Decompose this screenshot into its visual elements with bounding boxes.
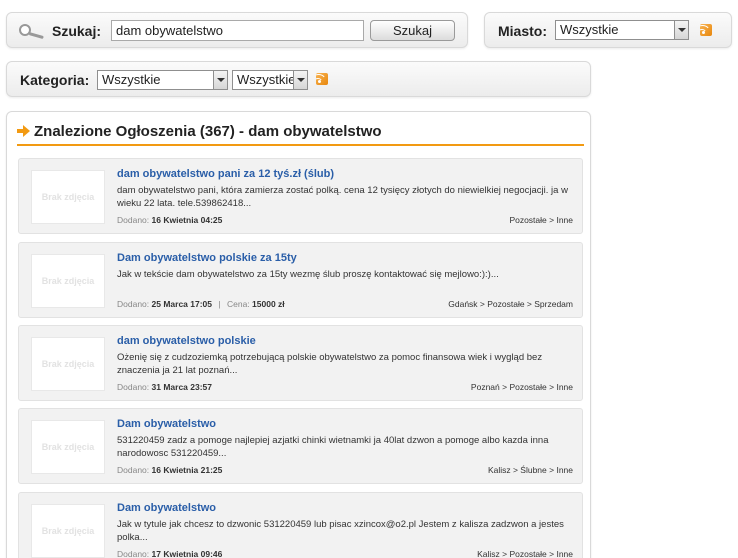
rss-icon[interactable] — [316, 73, 328, 85]
divider — [17, 144, 584, 146]
city-panel: Miasto: Wszystkie — [484, 12, 732, 48]
listing-description: 531220459 zadz a pomoge najlepiej azjatk… — [117, 435, 549, 459]
listing-category[interactable]: Kalisz > Ślubne > Inne — [488, 465, 573, 475]
listing-thumbnail[interactable]: Brak zdjęcia — [31, 254, 105, 308]
listing-item: Brak zdjęcia Dam obywatelstwo 531220459 … — [18, 408, 583, 484]
date-label: Dodano: — [117, 215, 150, 225]
listing-title-link[interactable]: dam obywatelstwo polskie — [117, 335, 256, 347]
results-panel: Znalezione Ogłoszenia (367) - dam obywat… — [6, 111, 591, 558]
city-label: Miasto: — [498, 23, 547, 39]
listing-description: dam obywatelstwo pani, która zamierza zo… — [117, 185, 568, 209]
listing-meta: Dodano: 17 Kwietnia 09:46 — [117, 549, 222, 558]
chevron-down-icon — [674, 21, 688, 39]
listing-meta: Dodano: 16 Kwietnia 04:25 — [117, 215, 222, 225]
listing-date: 17 Kwietnia 09:46 — [151, 549, 223, 558]
listing-item: Brak zdjęcia Dam obywatelstwo polskie za… — [18, 242, 583, 318]
rss-icon[interactable] — [700, 24, 712, 36]
subcategory-select[interactable]: Wszystkie — [232, 70, 308, 90]
date-label: Dodano: — [117, 465, 150, 475]
city-select[interactable]: Wszystkie — [555, 20, 689, 40]
subcategory-select-value: Wszystkie — [237, 72, 296, 87]
category-panel: Kategoria: Wszystkie Wszystkie — [6, 61, 591, 97]
search-label: Szukaj: — [52, 23, 102, 39]
listing-title-link[interactable]: Dam obywatelstwo polskie za 15ty — [117, 252, 297, 264]
search-button[interactable]: Szukaj — [370, 20, 455, 41]
results-header: Znalezione Ogłoszenia (367) - dam obywat… — [17, 121, 382, 141]
listing-title-link[interactable]: Dam obywatelstwo — [117, 502, 216, 514]
category-select-value: Wszystkie — [102, 72, 161, 87]
listing-price: 15000 zł — [252, 299, 285, 309]
listing-title-link[interactable]: Dam obywatelstwo — [117, 418, 216, 430]
listing-description: Jak w tekście dam obywatelstwo za 15ty w… — [117, 269, 499, 280]
listing-meta: Dodano: 25 Marca 17:05 | Cena: 15000 zł — [117, 299, 285, 309]
listing-thumbnail[interactable]: Brak zdjęcia — [31, 420, 105, 474]
category-label: Kategoria: — [20, 72, 90, 88]
search-panel: Szukaj: Szukaj — [6, 12, 468, 48]
date-label: Dodano: — [117, 549, 150, 558]
listing-item: Brak zdjęcia Dam obywatelstwo Jak w tytu… — [18, 492, 583, 558]
listing-description: Ożenię się z cudzoziemką potrzebującą po… — [117, 352, 543, 376]
listing-date: 16 Kwietnia 04:25 — [151, 215, 223, 225]
listing-thumbnail[interactable]: Brak zdjęcia — [31, 504, 105, 558]
date-label: Dodano: — [117, 299, 150, 309]
listing-title-link[interactable]: dam obywatelstwo pani za 12 tyś.zł (ślub… — [117, 168, 334, 180]
category-select[interactable]: Wszystkie — [97, 70, 228, 90]
listing-category[interactable]: Pozostałe > Inne — [509, 215, 573, 225]
listing-item: Brak zdjęcia dam obywatelstwo pani za 12… — [18, 158, 583, 234]
chevron-down-icon — [293, 71, 307, 89]
arrow-right-icon — [17, 125, 30, 137]
listing-date: 31 Marca 23:57 — [151, 382, 213, 392]
listing-category[interactable]: Poznań > Pozostałe > Inne — [471, 382, 573, 392]
price-label: Cena: — [226, 299, 250, 309]
listing-category[interactable]: Gdańsk > Pozostałe > Sprzedam — [448, 299, 573, 309]
city-select-value: Wszystkie — [560, 22, 619, 37]
listing-category[interactable]: Kalisz > Pozostałe > Inne — [477, 549, 573, 558]
listing-description: Jak w tytule jak chcesz to dzwonic 53122… — [117, 519, 564, 543]
listing-date: 16 Kwietnia 21:25 — [151, 465, 223, 475]
listing-meta: Dodano: 16 Kwietnia 21:25 — [117, 465, 222, 475]
chevron-down-icon — [213, 71, 227, 89]
listing-meta: Dodano: 31 Marca 23:57 — [117, 382, 212, 392]
search-input[interactable] — [111, 20, 364, 41]
results-title: Znalezione Ogłoszenia (367) - dam obywat… — [34, 122, 382, 140]
search-icon — [19, 24, 45, 40]
listing-thumbnail[interactable]: Brak zdjęcia — [31, 170, 105, 224]
listing-thumbnail[interactable]: Brak zdjęcia — [31, 337, 105, 391]
date-label: Dodano: — [117, 382, 150, 392]
listing-item: Brak zdjęcia dam obywatelstwo polskie Oż… — [18, 325, 583, 401]
listing-date: 25 Marca 17:05 — [151, 299, 213, 309]
